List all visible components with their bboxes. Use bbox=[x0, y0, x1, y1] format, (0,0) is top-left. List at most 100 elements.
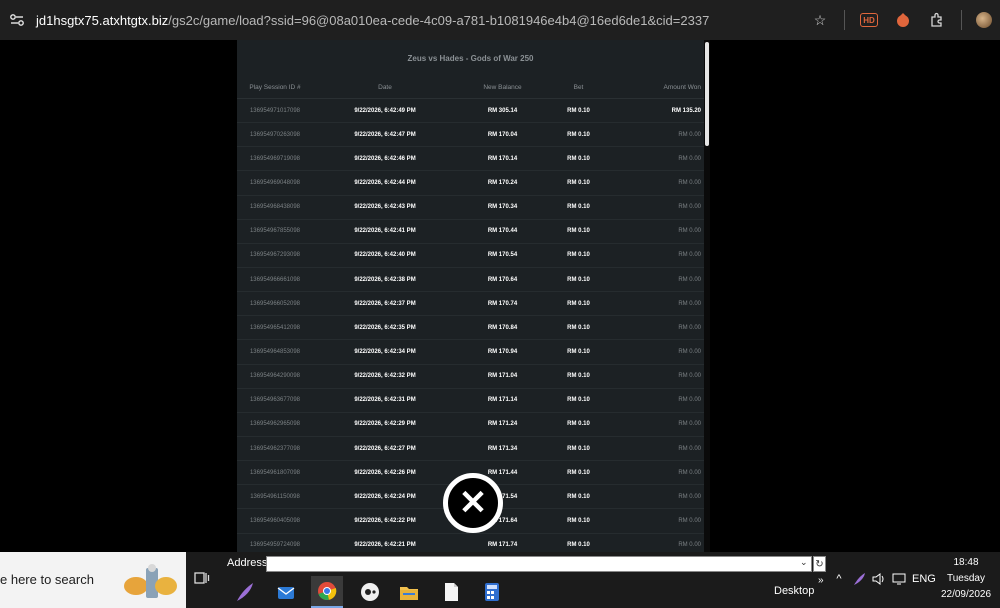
date-cell: 9/22/2026, 6:42:21 PM bbox=[354, 542, 416, 549]
session-id-cell: 136954969719098 bbox=[249, 155, 301, 162]
feather-tray-icon[interactable] bbox=[852, 572, 866, 586]
amount-won-cell: RM 0.00 bbox=[678, 179, 701, 186]
session-id-cell: 136954968438098 bbox=[249, 204, 301, 211]
session-id-cell: 136954961807098 bbox=[249, 469, 301, 476]
bet-cell: RM 0.10 bbox=[567, 107, 590, 114]
table-row: 136954964290098 9/22/2026, 6:42:32 PM RM 1… bbox=[237, 365, 704, 389]
bet-cell: RM 0.10 bbox=[567, 300, 590, 307]
table-row: 136954966661098 9/22/2026, 6:42:38 PM RM 1… bbox=[237, 268, 704, 293]
table-row: 136954968438098 9/22/2026, 6:42:43 PM RM 1… bbox=[237, 196, 704, 220]
date-cell: 9/22/2026, 6:42:35 PM bbox=[354, 324, 416, 331]
chevron-up-icon[interactable]: ^ bbox=[832, 572, 846, 586]
bet-cell: RM 0.10 bbox=[567, 348, 590, 355]
mail-app-icon[interactable] bbox=[270, 576, 302, 608]
display-icon[interactable] bbox=[892, 572, 906, 586]
extension-icon[interactable] bbox=[893, 10, 913, 30]
session-id-cell: 136954964290098 bbox=[249, 373, 301, 380]
table-row: 136954964853098 9/22/2026, 6:42:34 PM RM 1… bbox=[237, 340, 704, 365]
bet-cell: RM 0.10 bbox=[567, 276, 590, 283]
bet-cell: RM 0.10 bbox=[567, 179, 590, 186]
date-cell: 9/22/2026, 6:42:43 PM bbox=[354, 204, 416, 211]
file-explorer-icon[interactable] bbox=[393, 576, 425, 608]
hd-icon[interactable]: HD bbox=[859, 10, 879, 30]
chevron-down-icon[interactable]: ⌄ bbox=[800, 557, 808, 568]
session-id-cell: 136954963677098 bbox=[249, 397, 301, 404]
calculator-app-icon[interactable] bbox=[476, 576, 508, 608]
table-row: 136954963677098 9/22/2026, 6:42:31 PM RM 1… bbox=[237, 389, 704, 413]
column-header: Amount Won bbox=[663, 84, 701, 91]
clock[interactable]: 18:48 Tuesday 22/09/2026 bbox=[932, 555, 1000, 603]
star-icon[interactable]: ☆ bbox=[810, 10, 830, 30]
chrome-app-icon[interactable] bbox=[311, 576, 343, 608]
clock-day: Tuesday bbox=[947, 573, 985, 584]
document-app-icon[interactable] bbox=[435, 576, 467, 608]
screen: jd1hsgtx75.atxhtgtx.biz/gs2c/game/load?s… bbox=[0, 0, 1000, 608]
balance-cell: RM 170.84 bbox=[487, 324, 518, 331]
profile-avatar[interactable] bbox=[976, 12, 992, 28]
amount-won-cell: RM 0.00 bbox=[678, 348, 701, 355]
bet-cell: RM 0.10 bbox=[567, 324, 590, 331]
table-row: 136954969719098 9/22/2026, 6:42:46 PM RM 1… bbox=[237, 147, 704, 172]
balance-cell: RM 171.24 bbox=[487, 421, 518, 428]
balance-cell: RM 171.34 bbox=[487, 445, 518, 452]
amount-won-cell: RM 0.00 bbox=[678, 300, 701, 307]
amount-won-cell: RM 0.00 bbox=[678, 155, 701, 162]
column-header: Date bbox=[378, 84, 392, 91]
amount-won-cell: RM 0.00 bbox=[678, 131, 701, 138]
url-path: /gs2c/game/load?ssid=96@08a010ea-cede-4c… bbox=[168, 12, 710, 28]
toolbar-overflow-icon[interactable]: » bbox=[818, 575, 824, 586]
balance-cell: RM 170.34 bbox=[487, 204, 518, 211]
bet-cell: RM 0.10 bbox=[567, 252, 590, 259]
site-info-icon[interactable] bbox=[0, 0, 34, 40]
amount-won-cell: RM 0.00 bbox=[678, 469, 701, 476]
search-highlight-icon bbox=[124, 564, 177, 598]
puzzle-icon[interactable] bbox=[927, 10, 947, 30]
table-row: 136954970263098 9/22/2026, 6:42:47 PM RM 1… bbox=[237, 123, 704, 148]
feather-app-icon[interactable] bbox=[228, 576, 260, 608]
taskbar-search-box[interactable]: e here to search bbox=[0, 552, 186, 608]
balance-cell: RM 170.54 bbox=[487, 252, 518, 259]
bet-cell: RM 0.10 bbox=[567, 131, 590, 138]
table-row: 136954967855098 9/22/2026, 6:42:41 PM RM 1… bbox=[237, 220, 704, 244]
amount-won-cell: RM 0.00 bbox=[678, 276, 701, 283]
date-cell: 9/22/2026, 6:42:41 PM bbox=[354, 228, 416, 235]
balance-cell: RM 171.14 bbox=[487, 397, 518, 404]
bet-cell: RM 0.10 bbox=[567, 542, 590, 549]
address-toolbar-input[interactable] bbox=[266, 556, 812, 572]
date-cell: 9/22/2026, 6:42:26 PM bbox=[354, 469, 416, 476]
table-row: 136954967293098 9/22/2026, 6:42:40 PM RM 1… bbox=[237, 244, 704, 268]
session-id-cell: 136954965412098 bbox=[249, 324, 301, 331]
session-id-cell: 136954960405098 bbox=[249, 517, 301, 524]
session-id-cell: 136954967855098 bbox=[249, 228, 301, 235]
date-cell: 9/22/2026, 6:42:40 PM bbox=[354, 252, 416, 259]
bet-cell: RM 0.10 bbox=[567, 228, 590, 235]
scrollbar-thumb[interactable] bbox=[705, 42, 709, 146]
toolbar-divider bbox=[961, 10, 962, 30]
close-circle-icon[interactable]: ✕ bbox=[443, 473, 503, 533]
desktop-toolbar-label[interactable]: Desktop bbox=[774, 585, 814, 597]
volume-icon[interactable] bbox=[872, 572, 886, 586]
balance-cell: RM 170.44 bbox=[487, 228, 518, 235]
amount-won-cell: RM 135.20 bbox=[671, 107, 701, 114]
address-toolbar-label: Address bbox=[227, 557, 268, 569]
scrollbar[interactable] bbox=[704, 40, 710, 552]
table-row: 136954966052098 9/22/2026, 6:42:37 PM RM 1… bbox=[237, 292, 704, 317]
bet-cell: RM 0.10 bbox=[567, 373, 590, 380]
amount-won-cell: RM 0.00 bbox=[678, 228, 701, 235]
task-view-icon[interactable] bbox=[194, 570, 210, 588]
date-cell: 9/22/2026, 6:42:22 PM bbox=[354, 517, 416, 524]
balance-cell: RM 171.04 bbox=[487, 373, 518, 380]
media-app-icon[interactable] bbox=[354, 576, 386, 608]
session-id-cell: 136954966052098 bbox=[249, 300, 301, 307]
column-header: Play Session ID # bbox=[249, 84, 301, 91]
table-row: 136954959724098 9/22/2026, 6:42:21 PM RM 1… bbox=[237, 534, 704, 552]
bet-cell: RM 0.10 bbox=[567, 445, 590, 452]
refresh-icon[interactable]: ↻ bbox=[813, 556, 826, 572]
url-field[interactable]: jd1hsgtx75.atxhtgtx.biz/gs2c/game/load?s… bbox=[34, 13, 810, 28]
balance-cell: RM 170.24 bbox=[487, 179, 518, 186]
clock-date: 22/09/2026 bbox=[940, 589, 992, 600]
session-id-cell: 136954959724098 bbox=[249, 542, 301, 549]
date-cell: 9/22/2026, 6:42:49 PM bbox=[354, 107, 416, 114]
browser-address-bar: jd1hsgtx75.atxhtgtx.biz/gs2c/game/load?s… bbox=[0, 0, 1000, 40]
taskbar: e here to search Address ⌄ ↻ Desktop » ^… bbox=[0, 552, 1000, 608]
